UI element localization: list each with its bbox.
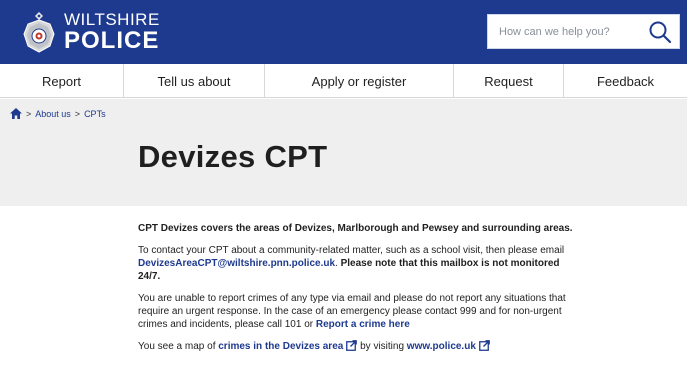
crimes-map-link[interactable]: crimes in the Devizes area xyxy=(218,341,343,352)
breadcrumb: > About us > CPTs xyxy=(10,108,106,119)
nav-item-report[interactable]: Report xyxy=(0,64,124,98)
nav-item-request[interactable]: Request xyxy=(454,64,564,98)
contact-text: To contact your CPT about a community-re… xyxy=(138,245,565,256)
nav-item-apply-or-register[interactable]: Apply or register xyxy=(265,64,454,98)
search-input[interactable] xyxy=(488,15,640,48)
police-uk-link[interactable]: www.police.uk xyxy=(407,341,476,352)
map-paragraph: You see a map of crimes in the Devizes a… xyxy=(138,340,583,353)
search-box xyxy=(487,14,680,49)
page-title: Devizes CPT xyxy=(138,139,328,174)
breadcrumb-separator: > xyxy=(26,108,32,119)
cpt-email-link[interactable]: DevizesAreaCPT@wiltshire.pnn.police.uk xyxy=(138,258,335,269)
page-hero: > About us > CPTs Devizes CPT xyxy=(0,99,687,206)
breadcrumb-separator: > xyxy=(74,108,81,119)
external-link-icon xyxy=(346,340,358,351)
reporting-paragraph: You are unable to report crimes of any t… xyxy=(138,292,583,331)
breadcrumb-about-us[interactable]: About us xyxy=(35,109,71,119)
map-text-1: You see a map of xyxy=(138,341,219,352)
nav-item-tell-us-about[interactable]: Tell us about xyxy=(124,64,265,98)
search-button[interactable] xyxy=(647,20,673,44)
police-badge-icon xyxy=(23,12,55,53)
home-icon[interactable] xyxy=(10,108,22,119)
logo-text-bottom: POLICE xyxy=(64,27,160,54)
intro-paragraph: CPT Devizes covers the areas of Devizes,… xyxy=(138,223,573,234)
breadcrumb-cpts[interactable]: CPTs xyxy=(84,109,106,119)
external-link-icon xyxy=(478,340,490,351)
site-header: WILTSHIRE POLICE xyxy=(0,0,687,64)
site-logo[interactable]: WILTSHIRE POLICE xyxy=(22,10,160,54)
main-content: CPT Devizes covers the areas of Devizes,… xyxy=(138,222,583,362)
logo-text-top: WILTSHIRE xyxy=(64,10,160,29)
contact-paragraph: To contact your CPT about a community-re… xyxy=(138,244,583,283)
nav-item-feedback[interactable]: Feedback xyxy=(564,64,687,98)
report-crime-link[interactable]: Report a crime here xyxy=(316,319,410,330)
search-icon xyxy=(649,21,672,44)
main-nav: Report Tell us about Apply or register R… xyxy=(0,64,687,98)
map-text-2: by visiting xyxy=(357,341,407,352)
